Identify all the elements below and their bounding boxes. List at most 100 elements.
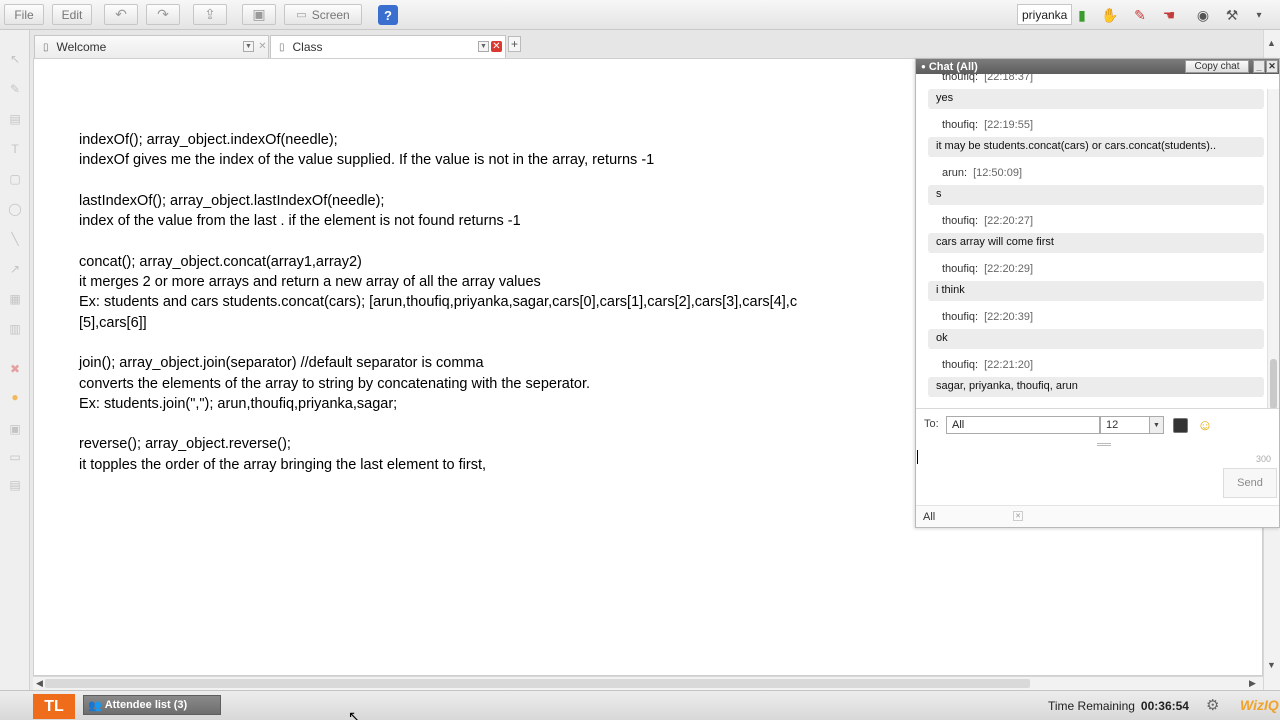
board-line: join(); array_object.join(separator) //d… [79,355,484,372]
board-line: Ex: students.join(","); arun,thoufiq,pri… [79,395,398,412]
message-time: [12:50:09] [973,167,1023,179]
edit-menu-button[interactable]: Edit [52,4,92,25]
dropdown-icon[interactable]: ▾ [1249,5,1269,25]
send-button[interactable]: Send [1223,468,1277,498]
chat-scroll-thumb[interactable] [1270,359,1277,408]
board-line: concat(); array_object.concat(array1,arr… [79,253,362,270]
image-tool-icon[interactable]: ▣ [6,422,24,438]
brand-logo: WizIQ [1240,697,1279,713]
tab-welcome-label: Welcome [56,40,107,54]
board-line: [5],cars[6]] [79,314,147,331]
scroll-down-icon[interactable]: ▼ [1267,660,1276,670]
chevron-down-icon: ▼ [1149,417,1163,433]
scroll-left-icon[interactable]: ◀ [36,678,43,689]
chat-title: Chat (All) [928,60,978,73]
resize-grip[interactable] [1097,443,1111,446]
highlighter-tool-icon[interactable]: ▤ [6,112,24,128]
upload-button[interactable]: ⇪ [193,4,227,25]
text-color-swatch[interactable] [1173,418,1188,433]
message-sender: thoufiq: [942,263,979,275]
chat-scrollbar[interactable] [1267,89,1279,408]
message-sender: thoufiq: [942,359,979,371]
signal-icon: ▮ [1078,6,1086,23]
document-icon: ▯ [43,41,49,53]
select-tool-icon[interactable]: ↖ [6,52,24,68]
message-time: [22:20:39] [984,311,1034,323]
clear-filter-icon[interactable]: ✕ [1013,511,1023,521]
file-menu-button[interactable]: File [4,4,44,25]
board-line: converts the elements of the array to st… [79,375,591,392]
chat-panel: ● Chat (All) Copy chat _ ✕ thoufiq: [22:1… [915,58,1280,528]
board-line: it topples the order of the array bringi… [79,456,487,473]
text-tool-icon[interactable]: T [6,142,24,158]
mouse-cursor-icon: ↖ [348,708,360,720]
screen-share-button[interactable]: ▭ Screen [284,4,362,25]
line-tool-icon[interactable]: ╲ [6,232,24,248]
time-remaining-value: 00:36:54 [1140,699,1189,713]
message-sender: thoufiq: [942,119,979,131]
clear-tool-icon[interactable]: ▤ [6,478,24,494]
help-button[interactable]: ? [378,5,398,25]
media-button[interactable]: ▣ [242,4,276,25]
plus-icon: + [510,37,518,51]
smiley-icon[interactable]: ☺ [1196,416,1214,434]
chat-message: thoufiq: [22:18:37] yes [928,74,1264,109]
tab-menu-icon[interactable]: ▼ [243,41,254,52]
chat-message: thoufiq: [22:20:29] i think [928,263,1264,301]
chat-filter-value[interactable]: All [923,511,935,523]
hand-icon[interactable]: ☚ [1159,5,1179,25]
attendee-list-button[interactable]: 👥 Attendee list (3) [83,695,221,715]
message-sender: thoufiq: [942,311,979,323]
eraser-tool-icon[interactable]: ▭ [6,450,24,466]
scroll-up-icon[interactable]: ▲ [1267,38,1276,48]
message-time: [22:21:20] [984,359,1034,371]
status-bar: TL 👥 Attendee list (3) Time Remaining 00:… [0,690,1280,720]
time-remaining-label: Time Remaining [1048,699,1135,713]
scroll-right-icon[interactable]: ▶ [1249,678,1256,689]
camera-icon[interactable]: ◉ [1193,5,1213,25]
arrow-tool-icon[interactable]: ↗ [6,262,24,278]
board-line: indexOf gives me the index of the value … [79,152,655,169]
wrench-icon[interactable]: ⚒ [1222,5,1242,25]
recipient-select[interactable]: All ▼ [946,416,1114,434]
chat-message: arun: [12:50:09] s [928,167,1264,205]
ellipse-tool-icon[interactable]: ◯ [6,202,24,218]
copy-chat-label: Copy chat [1194,61,1240,72]
tab-welcome[interactable]: ▯ Welcome ▼ ✕ [34,35,269,58]
tab-menu-icon[interactable]: ▼ [478,41,489,52]
redo-button[interactable]: ↷ [146,4,180,25]
top-toolbar: File Edit ↶ ↷ ⇪ ▣ ▭ Screen ? priyanka ▮ ✋… [0,0,1280,30]
undo-button[interactable]: ↶ [104,4,138,25]
pen-icon[interactable]: ✎ [1130,5,1150,25]
chat-messages: thoufiq: [22:18:37] yes thoufiq: [22:19:55… [916,74,1279,409]
screen-label: Screen [311,7,350,22]
tab-class[interactable]: ▯ Class ▼ ✕ [270,35,506,58]
grid-tool-icon[interactable]: ▦ [6,292,24,308]
close-icon[interactable]: ✕ [1266,60,1278,73]
horizontal-scrollbar[interactable]: ◀ ▶ [33,676,1263,690]
message-time: [22:19:55] [984,119,1034,131]
people-icon: 👥 [88,699,102,712]
board-blank-line [79,414,919,434]
character-counter: 300 [1256,454,1272,464]
copy-chat-button[interactable]: Copy chat [1185,60,1249,73]
table-tool-icon[interactable]: ▥ [6,322,24,338]
pen-tool-icon[interactable]: ✎ [6,82,24,98]
delete-tool-icon[interactable]: ✖ [6,362,24,378]
hand-raise-icon[interactable]: ✋ [1100,5,1120,25]
color-tool-icon[interactable]: ● [6,390,24,406]
add-tab-button[interactable]: + [508,36,521,52]
message-text: cars array will come first [928,233,1264,253]
time-remaining: Time Remaining 00:36:54 [1048,699,1189,713]
media-icon: ▣ [252,6,266,22]
close-icon[interactable]: ✕ [257,41,268,52]
font-size-select[interactable]: 12 ▼ [1100,416,1164,434]
rectangle-tool-icon[interactable]: ▢ [6,172,24,188]
monitor-icon: ▭ [296,9,307,21]
username-box: priyanka [1017,4,1073,25]
message-text: i think [928,281,1264,301]
minimize-icon[interactable]: _ [1253,60,1265,73]
chat-filter-bar: All ✕ [916,505,1279,527]
horizontal-scroll-thumb[interactable] [45,679,1030,688]
close-icon[interactable]: ✕ [491,41,502,52]
